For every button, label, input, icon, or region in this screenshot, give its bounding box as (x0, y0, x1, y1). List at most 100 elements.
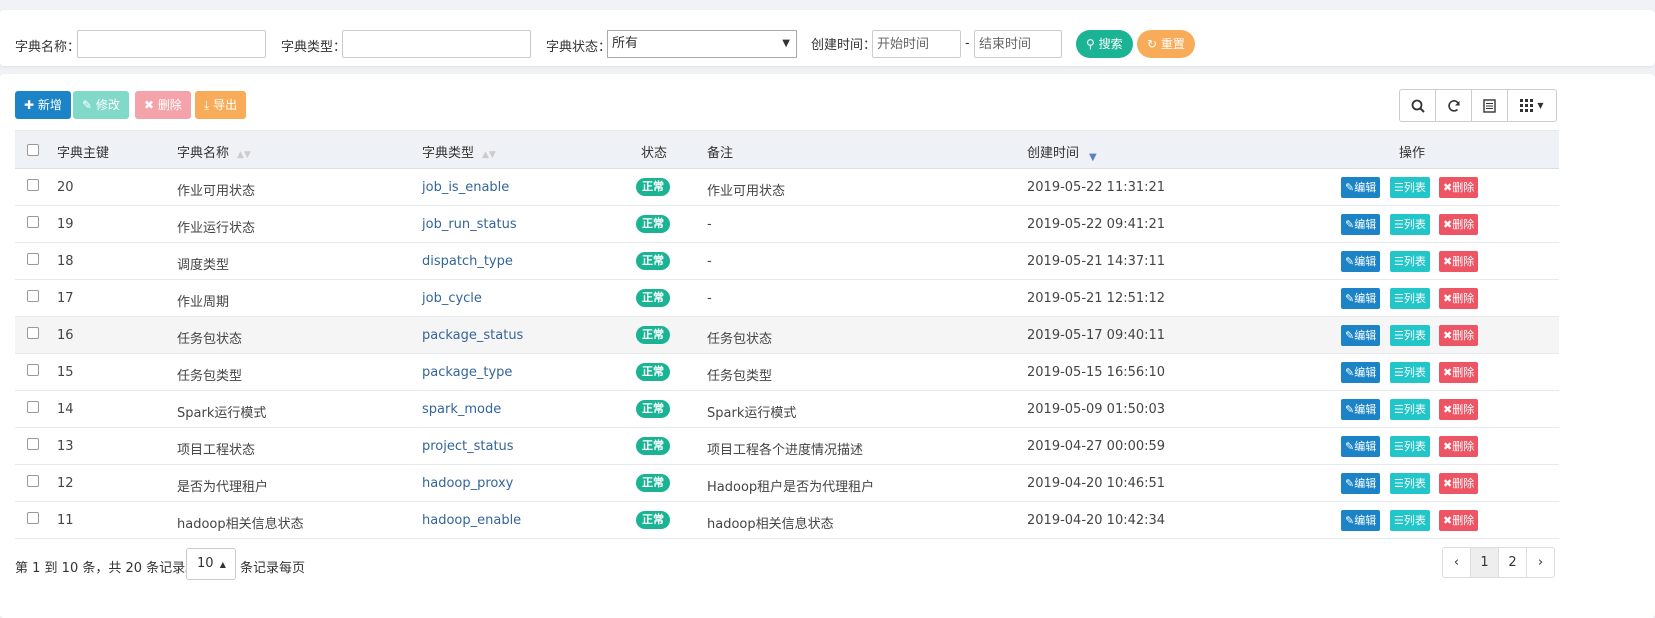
header-type-label: 字典类型 (422, 146, 475, 161)
row-checkbox[interactable] (27, 253, 39, 265)
row-delete-button[interactable]: ✖删除 (1439, 510, 1479, 531)
cell-type-link[interactable]: hadoop_enable (422, 513, 521, 528)
row-list-button[interactable]: ☰列表 (1390, 325, 1430, 346)
row-edit-button[interactable]: ✎编辑 (1341, 251, 1381, 272)
row-delete-button[interactable]: ✖删除 (1439, 251, 1479, 272)
dict-table: 字典主键 字典名称 ▲▼ 字典类型 ▲▼ 状态 备注 创建时间 ▼ 操作 20 作业可用… (15, 130, 1559, 539)
header-created-label: 创建时间 (1027, 146, 1080, 161)
cell-type-link[interactable]: dispatch_type (422, 254, 513, 269)
reset-button[interactable]: ↻ 重置 (1137, 30, 1195, 58)
row-edit-button[interactable]: ✎编辑 (1341, 510, 1381, 531)
row-checkbox[interactable] (27, 327, 39, 339)
prev-page-button[interactable]: ‹ (1442, 547, 1471, 578)
cell-type-link[interactable]: job_run_status (422, 217, 517, 232)
row-delete-button[interactable]: ✖删除 (1439, 214, 1479, 235)
row-list-label: 列表 (1403, 218, 1426, 231)
date-range-dash: - (965, 36, 970, 51)
refresh-button[interactable] (1435, 89, 1472, 122)
page-size-select[interactable]: 10 ▲ (186, 548, 236, 580)
row-delete-button[interactable]: ✖删除 (1439, 362, 1479, 383)
dict-type-input[interactable] (342, 30, 531, 58)
delete-button-label: 删除 (157, 98, 182, 112)
row-list-button[interactable]: ☰列表 (1390, 510, 1430, 531)
status-badge: 正常 (636, 363, 670, 381)
row-checkbox[interactable] (27, 179, 39, 191)
toggle-view-button[interactable] (1471, 89, 1508, 122)
row-delete-label: 删除 (1452, 218, 1475, 231)
row-list-button[interactable]: ☰列表 (1390, 436, 1430, 457)
export-button[interactable]: ⤓ 导出 (195, 91, 247, 119)
start-time-input[interactable] (872, 30, 961, 58)
dict-name-input[interactable] (77, 30, 266, 58)
list-icon: ☰ (1394, 440, 1404, 453)
delete-button[interactable]: ✖ 删除 (135, 91, 191, 119)
row-edit-button[interactable]: ✎编辑 (1341, 177, 1381, 198)
header-id[interactable]: 字典主键 (57, 142, 109, 161)
row-edit-button[interactable]: ✎编辑 (1341, 362, 1381, 383)
row-checkbox[interactable] (27, 438, 39, 450)
search-button[interactable]: ⚲ 搜索 (1076, 30, 1133, 58)
row-edit-button[interactable]: ✎编辑 (1341, 325, 1381, 346)
row-list-button[interactable]: ☰列表 (1390, 362, 1430, 383)
cell-id: 13 (57, 439, 74, 454)
row-edit-button[interactable]: ✎编辑 (1341, 399, 1381, 420)
cell-type-link[interactable]: package_status (422, 328, 523, 343)
row-checkbox[interactable] (27, 475, 39, 487)
columns-button[interactable]: ▼ (1507, 89, 1557, 122)
page-1-button[interactable]: 1 (1470, 547, 1499, 578)
row-delete-button[interactable]: ✖删除 (1439, 288, 1479, 309)
row-delete-button[interactable]: ✖删除 (1439, 473, 1479, 494)
row-delete-button[interactable]: ✖删除 (1439, 399, 1479, 420)
dict-status-select[interactable]: 所有 ▼ (607, 30, 797, 58)
row-delete-button[interactable]: ✖删除 (1439, 436, 1479, 457)
edit-icon: ✎ (1345, 514, 1355, 527)
row-list-button[interactable]: ☰列表 (1390, 399, 1430, 420)
cell-type-link[interactable]: package_type (422, 365, 512, 380)
close-icon: ✖ (1443, 514, 1453, 527)
dict-status-label: 字典状态： (546, 40, 612, 55)
row-checkbox[interactable] (27, 512, 39, 524)
row-list-label: 列表 (1403, 440, 1426, 453)
row-list-button[interactable]: ☰列表 (1390, 177, 1430, 198)
row-edit-button[interactable]: ✎编辑 (1341, 214, 1381, 235)
cell-created: 2019-05-21 14:37:11 (1027, 254, 1166, 269)
cell-type-link[interactable]: job_cycle (422, 291, 482, 306)
cell-name: 作业可用状态 (177, 184, 256, 199)
row-checkbox[interactable] (27, 290, 39, 302)
row-checkbox[interactable] (27, 401, 39, 413)
cell-name: 是否为代理租户 (177, 480, 269, 495)
cell-type-link[interactable]: hadoop_proxy (422, 476, 513, 491)
end-time-input[interactable] (974, 30, 1062, 58)
row-delete-label: 删除 (1452, 477, 1475, 490)
cell-type-link[interactable]: spark_mode (422, 402, 501, 417)
add-button[interactable]: ✚ 新增 (15, 91, 71, 119)
row-edit-button[interactable]: ✎编辑 (1341, 473, 1381, 494)
edit-icon: ✎ (1345, 440, 1355, 453)
cell-type-link[interactable]: project_status (422, 439, 514, 454)
header-name[interactable]: 字典名称 ▲▼ (177, 142, 251, 161)
row-list-button[interactable]: ☰列表 (1390, 214, 1430, 235)
row-checkbox[interactable] (27, 364, 39, 376)
chevron-down-icon: ▼ (782, 38, 790, 49)
row-delete-button[interactable]: ✖删除 (1439, 325, 1479, 346)
edit-button[interactable]: ✎ 修改 (73, 91, 129, 119)
status-badge: 正常 (636, 400, 670, 418)
toggle-search-button[interactable] (1399, 89, 1436, 122)
cell-type-link[interactable]: job_is_enable (422, 180, 509, 195)
row-list-button[interactable]: ☰列表 (1390, 473, 1430, 494)
row-list-button[interactable]: ☰列表 (1390, 288, 1430, 309)
row-list-label: 列表 (1403, 514, 1426, 527)
next-page-button[interactable]: › (1526, 547, 1555, 578)
page-2-button[interactable]: 2 (1498, 547, 1527, 578)
row-list-button[interactable]: ☰列表 (1390, 251, 1430, 272)
list-view-icon (1483, 98, 1496, 113)
row-delete-label: 删除 (1452, 181, 1475, 194)
header-type[interactable]: 字典类型 ▲▼ (422, 142, 496, 161)
row-edit-button[interactable]: ✎编辑 (1341, 288, 1381, 309)
row-delete-button[interactable]: ✖删除 (1439, 177, 1479, 198)
row-edit-label: 编辑 (1354, 292, 1377, 305)
select-all-checkbox[interactable] (27, 144, 39, 156)
header-created[interactable]: 创建时间 ▼ (1027, 142, 1097, 163)
row-edit-button[interactable]: ✎编辑 (1341, 436, 1381, 457)
row-checkbox[interactable] (27, 216, 39, 228)
